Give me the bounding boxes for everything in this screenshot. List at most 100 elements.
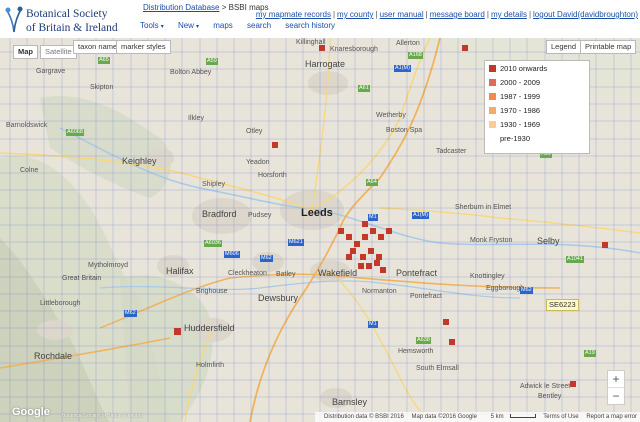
place-skipton: Skipton xyxy=(90,84,114,91)
place-bradford: Bradford xyxy=(202,209,237,219)
legend-button[interactable]: Legend xyxy=(546,40,582,54)
breadcrumb-distribution-database[interactable]: Distribution Database xyxy=(143,3,219,12)
road-label: A6036 xyxy=(204,240,222,247)
link-my-county[interactable]: my county xyxy=(337,10,373,19)
legend-item: 2010 onwards xyxy=(489,64,547,74)
place-south-elmsall: South Elmsall xyxy=(416,365,459,372)
place-horsforth: Horsforth xyxy=(258,172,287,179)
chevron-down-icon: ▾ xyxy=(195,24,199,30)
place-shipley: Shipley xyxy=(202,181,225,188)
road-label: A59 xyxy=(206,58,218,65)
motorway-label: M62 xyxy=(520,287,533,294)
link-logout[interactable]: logout David(davidbroughton) xyxy=(533,10,638,19)
breadcrumb: Distribution Database > BSBI maps xyxy=(143,3,269,12)
chevron-down-icon: ▾ xyxy=(160,24,164,30)
place-cleckheaton: Cleckheaton xyxy=(228,270,267,277)
place-barnsley: Barnsley xyxy=(332,397,368,407)
flower-logo-icon xyxy=(5,6,23,33)
place-pudsey: Pudsey xyxy=(248,212,272,219)
place-hemsworth: Hemsworth xyxy=(398,348,434,355)
zoom-control: + − xyxy=(607,370,625,405)
link-my-mapmate-records[interactable]: my mapmate records xyxy=(256,10,331,19)
road-label: A638 xyxy=(416,337,431,344)
legend-item: 1987 - 1999 xyxy=(489,92,540,102)
place-harrogate: Harrogate xyxy=(305,59,346,69)
place-gargrave: Gargrave xyxy=(36,68,66,75)
place-wetherby: Wetherby xyxy=(376,112,406,119)
legend-item: 2000 - 2009 xyxy=(489,78,540,88)
report-map-error-link[interactable]: Report a map error xyxy=(586,414,637,420)
place-dewsbury: Dewsbury xyxy=(258,293,299,303)
grid-reference-tooltip: SE6223 xyxy=(546,299,579,311)
motorway-label: M1 xyxy=(368,321,378,328)
map-footer: Distribution data © BSBI 2016 Map data ©… xyxy=(314,412,640,422)
legend-swatch xyxy=(489,107,496,114)
marker-styles-button[interactable]: marker styles xyxy=(116,40,171,54)
link-message-board[interactable]: message board xyxy=(430,10,485,19)
place-selby: Selby xyxy=(537,236,560,246)
link-user-manual[interactable]: user manual xyxy=(380,10,424,19)
map-type-satellite-button[interactable]: Satellite xyxy=(40,45,77,59)
menu-search[interactable]: search xyxy=(247,21,271,30)
motorway-label: M1 xyxy=(368,214,378,221)
road-label: A61 xyxy=(358,85,370,92)
map-type-map-button[interactable]: Map xyxy=(13,45,38,59)
place-leeds: Leeds xyxy=(301,207,333,219)
place-colne: Colne xyxy=(20,167,39,174)
road-label: A19 xyxy=(584,350,596,357)
place-yeadon: Yeadon xyxy=(246,159,270,166)
motorway-label: M606 xyxy=(224,251,240,258)
menu-maps[interactable]: maps xyxy=(213,21,233,30)
place-huddersfield: Huddersfield xyxy=(184,323,235,333)
legend-item: 1930 - 1969 xyxy=(489,120,540,130)
place-allerton: Allerton xyxy=(396,40,420,47)
menu-bar: Tools ▾ New ▾ maps search search history xyxy=(140,21,347,35)
place-knaresborough: Knaresborough xyxy=(330,46,378,53)
road-label: A65 xyxy=(98,57,110,64)
motorway-label: M62 xyxy=(260,255,273,262)
place-halifax: Halifax xyxy=(166,266,194,276)
menu-new[interactable]: New ▾ xyxy=(178,21,199,30)
place-keighley: Keighley xyxy=(122,156,157,166)
place-adwick: Adwick le Street xyxy=(520,383,571,390)
place-holmfirth: Holmfirth xyxy=(196,362,225,369)
menu-search-history[interactable]: search history xyxy=(285,21,335,30)
road-label: A1041 xyxy=(566,256,584,263)
taxon-name-button[interactable]: taxon name xyxy=(73,40,123,54)
legend-swatch xyxy=(489,65,496,72)
legend-swatch xyxy=(489,79,496,86)
place-boston-spa: Boston Spa xyxy=(386,127,423,134)
legend-item: 1970 - 1986 xyxy=(489,106,540,116)
place-knottingley: Knottingley xyxy=(470,273,505,280)
google-logo[interactable]: Google xyxy=(12,406,50,418)
place-rochdale: Rochdale xyxy=(34,351,73,361)
place-monk-fryston: Monk Fryston xyxy=(470,237,513,244)
scale-bar xyxy=(509,414,536,418)
bsbi-watermark: Botanical Society of Britain & Ireland xyxy=(62,413,143,419)
logo-line-1: Botanical Society xyxy=(26,8,108,20)
menu-tools[interactable]: Tools ▾ xyxy=(140,21,164,30)
terms-link[interactable]: Terms of Use xyxy=(543,414,578,420)
place-bolton-abbey: Bolton Abbey xyxy=(170,69,212,76)
zoom-out-button[interactable]: − xyxy=(608,388,624,404)
place-tadcaster: Tadcaster xyxy=(436,148,467,155)
place-sherburn: Sherburn in Elmet xyxy=(455,204,512,211)
place-normanton: Normanton xyxy=(362,288,397,295)
legend-panel: 2010 onwards 2000 - 2009 1987 - 1999 197… xyxy=(484,60,590,154)
logo-line-2: of Britain & Ireland xyxy=(26,22,118,34)
place-mytholmroyd: Mytholmroyd xyxy=(88,262,129,269)
place-eggborough: Eggborough xyxy=(486,285,525,292)
place-barnoldswick: Barnoldswick xyxy=(6,122,48,129)
motorway-label: M621 xyxy=(288,239,304,246)
bsbi-logo[interactable]: Botanical Society of Britain & Ireland xyxy=(4,3,132,37)
motorway-label: A1(M) xyxy=(412,212,429,219)
printable-map-button[interactable]: Printable map xyxy=(580,40,637,54)
zoom-in-button[interactable]: + xyxy=(608,371,624,388)
link-my-details[interactable]: my details xyxy=(491,10,527,19)
top-links: my mapmate records | my county | user manual… xyxy=(255,10,638,19)
legend-swatch xyxy=(489,135,496,142)
place-castleford: Pontefract xyxy=(396,268,438,278)
place-brighouse: Brighouse xyxy=(196,288,228,295)
map-canvas[interactable]: Killinghall Knaresborough Allerton Harro… xyxy=(0,38,640,422)
place-littleborough: Littleborough xyxy=(40,300,81,307)
